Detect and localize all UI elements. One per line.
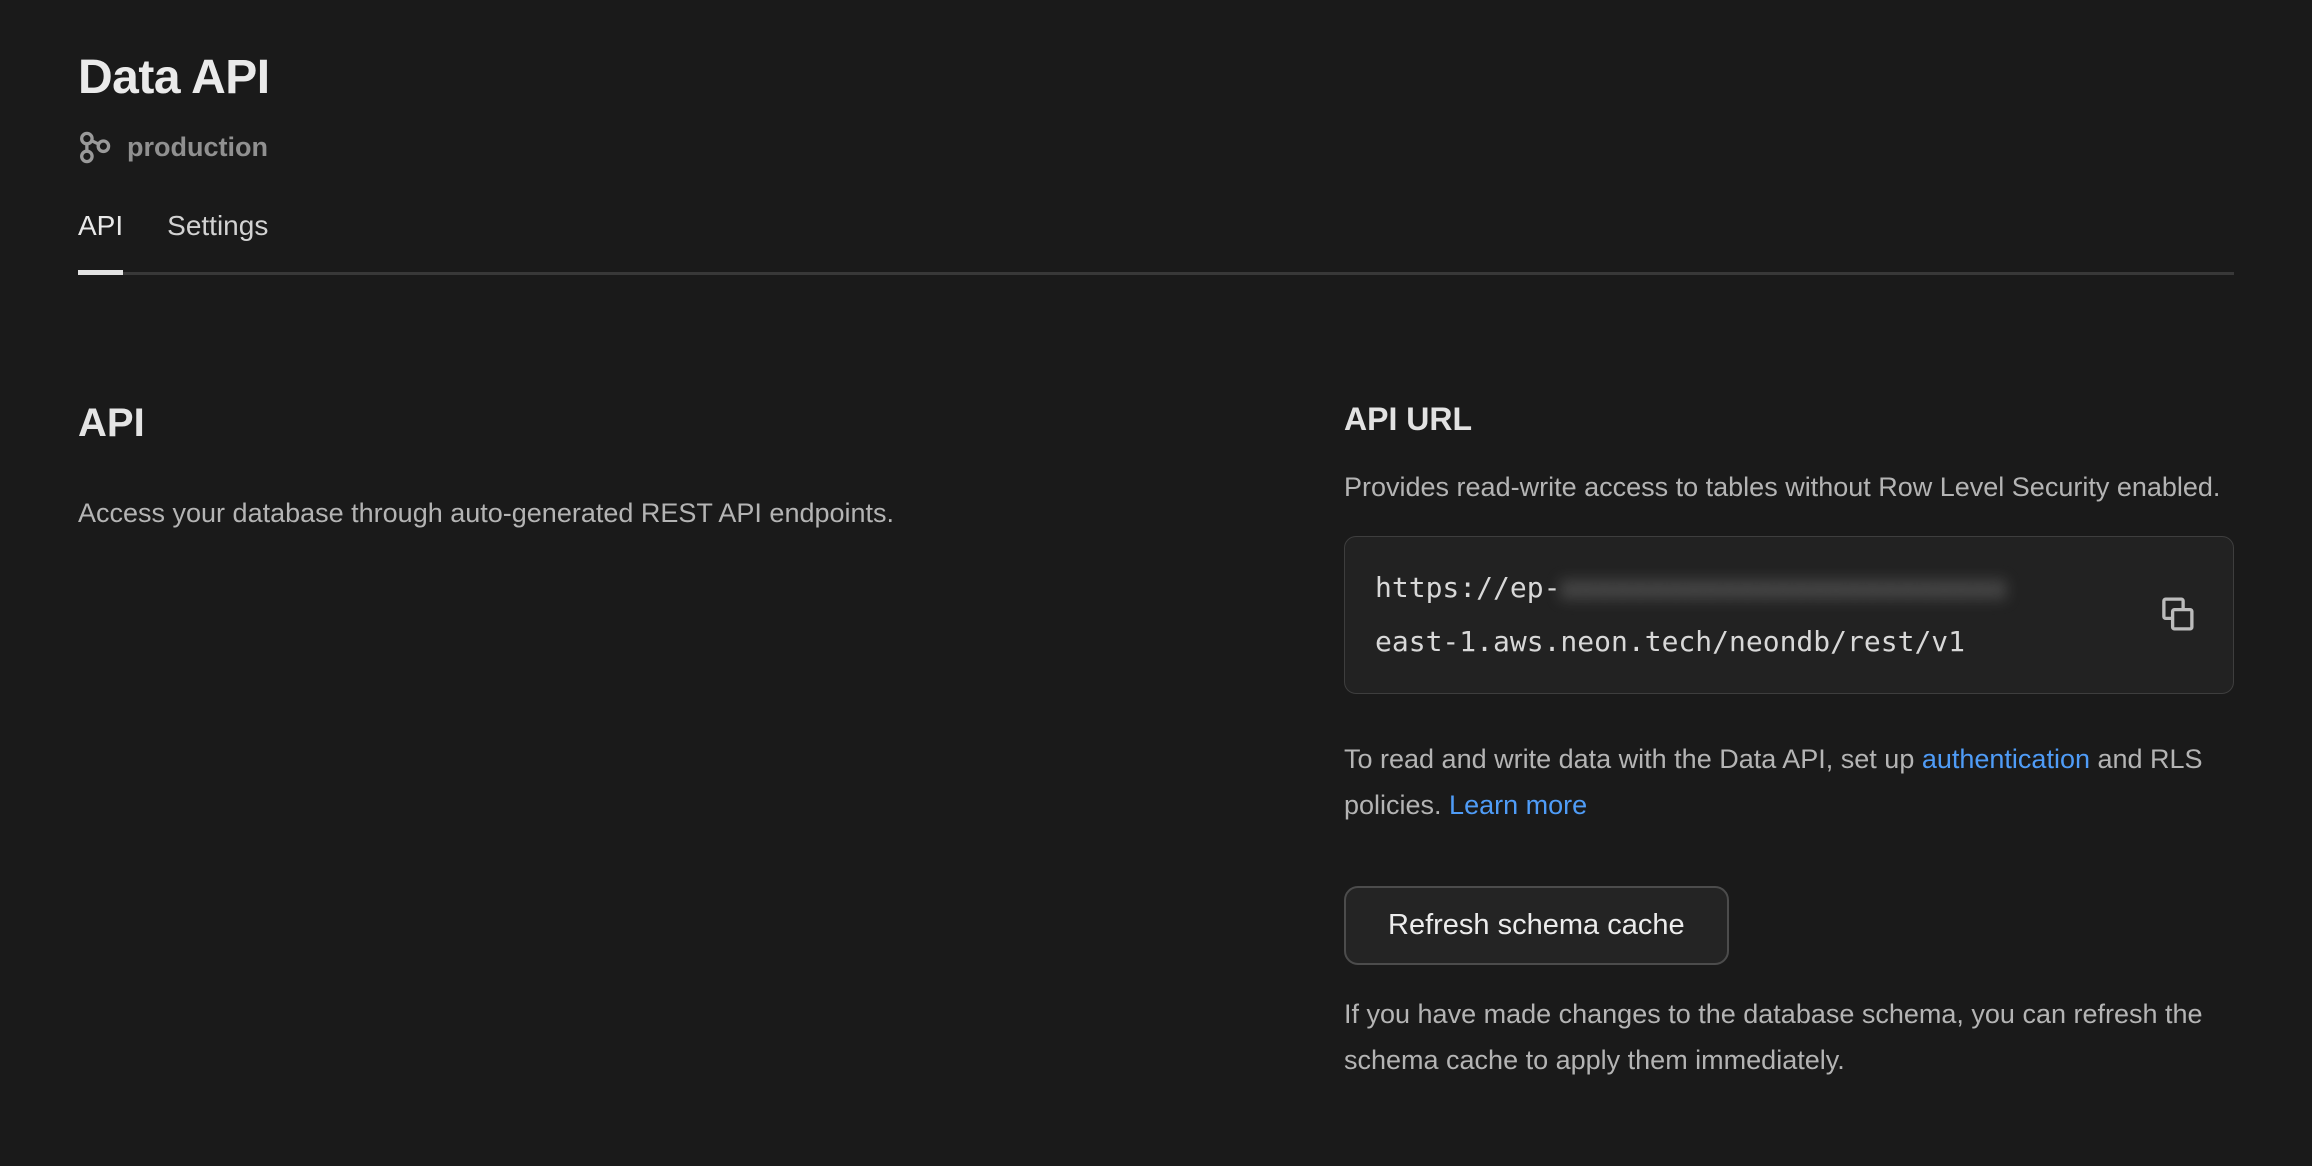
api-section-heading: API — [78, 401, 928, 446]
branch-name: production — [127, 132, 268, 163]
refresh-schema-cache-button[interactable]: Refresh schema cache — [1344, 886, 1729, 965]
api-url-redacted-segment: xxxxxxxxxxxxxxxxxxxxxxxxx — [1560, 571, 2006, 604]
api-url-suffix: east-1.aws.neon.tech/neondb/rest/v1 — [1375, 625, 1965, 658]
branch-badge: production — [78, 131, 2234, 164]
page-title: Data API — [78, 50, 2234, 105]
copy-url-button[interactable] — [2151, 589, 2203, 641]
auth-note: To read and write data with the Data API… — [1344, 736, 2234, 828]
api-url-panel: API URL Provides read-write access to ta… — [1344, 401, 2234, 1083]
data-api-page: Data API production API Settings API Acc… — [0, 0, 2312, 1083]
api-section-description: Access your database through auto-genera… — [78, 490, 908, 537]
branch-icon — [78, 131, 111, 164]
refresh-schema-description: If you have made changes to the database… — [1344, 991, 2234, 1083]
api-url-box: https://ep-xxxxxxxxxxxxxxxxxxxxxxxxx east… — [1344, 536, 2234, 694]
tab-api[interactable]: API — [78, 210, 123, 272]
api-url-prefix: https://ep- — [1375, 571, 1560, 604]
api-section-intro: API Access your database through auto-ge… — [78, 401, 928, 537]
tab-bar: API Settings — [78, 210, 2234, 275]
copy-icon — [2156, 593, 2198, 638]
auth-note-text-1: To read and write data with the Data API… — [1344, 744, 1922, 774]
main-content: API Access your database through auto-ge… — [78, 401, 2234, 1083]
api-url-value: https://ep-xxxxxxxxxxxxxxxxxxxxxxxxx east… — [1375, 561, 2133, 669]
tab-settings[interactable]: Settings — [167, 210, 268, 272]
api-url-description: Provides read-write access to tables wit… — [1344, 464, 2234, 510]
learn-more-link[interactable]: Learn more — [1449, 790, 1587, 820]
api-url-heading: API URL — [1344, 401, 2234, 438]
authentication-link[interactable]: authentication — [1922, 744, 2090, 774]
